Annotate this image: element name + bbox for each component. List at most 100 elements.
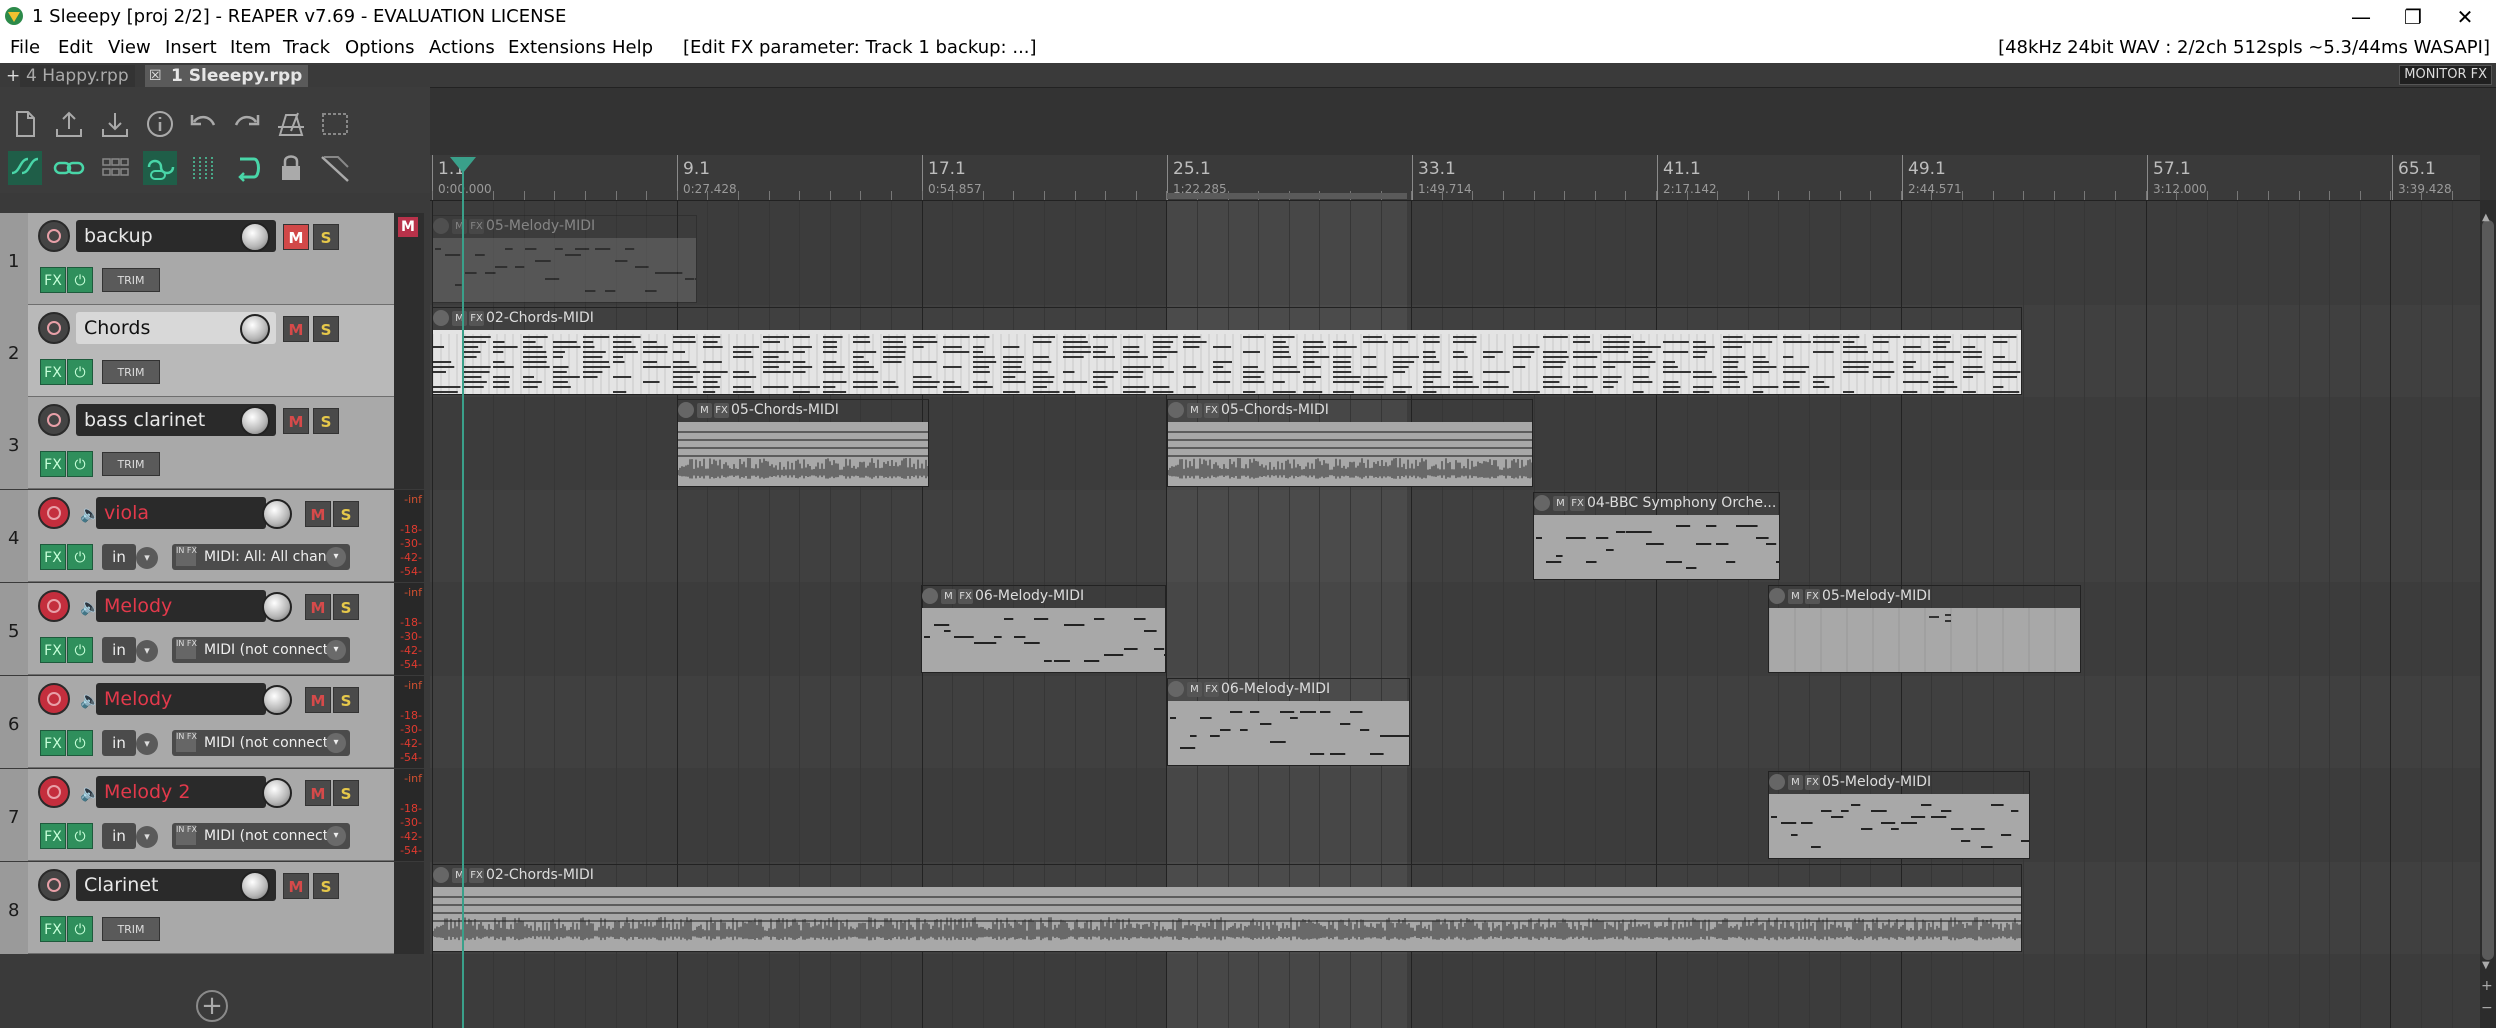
- menu-options[interactable]: Options: [345, 37, 414, 58]
- grid-icon[interactable]: [318, 107, 352, 141]
- envelope-icon[interactable]: [318, 151, 352, 185]
- minimize-button[interactable]: —: [2336, 2, 2386, 32]
- item-mute-icon[interactable]: M: [1187, 402, 1202, 418]
- track-number[interactable]: 1: [0, 213, 28, 305]
- media-item[interactable]: M FX 05-Melody-MIDI: [432, 215, 697, 303]
- track-name[interactable]: Melody: [96, 683, 266, 715]
- item-lock-icon[interactable]: [433, 218, 449, 234]
- audio-device-info[interactable]: [48kHz 24bit WAV : 2/2ch 512spls ~5.3/44…: [1998, 37, 2490, 58]
- item-mute-icon[interactable]: M: [452, 218, 467, 234]
- solo-button[interactable]: S: [333, 780, 359, 806]
- input-monitor-button[interactable]: in: [102, 730, 136, 756]
- save-project-icon[interactable]: [98, 107, 132, 141]
- record-arm-button[interactable]: [38, 404, 70, 436]
- item-mute-icon[interactable]: M: [1187, 681, 1202, 697]
- record-arm-button[interactable]: [38, 683, 70, 715]
- midi-input-select[interactable]: IN FX MIDI (not connect ▾: [172, 637, 350, 663]
- track-number[interactable]: 3: [0, 397, 28, 489]
- media-item[interactable]: M FX 05-Chords-MIDI: [677, 399, 929, 487]
- mute-button[interactable]: M: [283, 316, 309, 342]
- monitor-speaker-icon[interactable]: 🔈: [80, 690, 100, 710]
- snap-grid-icon[interactable]: [98, 151, 132, 185]
- input-fx-icon[interactable]: IN FX: [176, 639, 197, 659]
- ripple-edit-icon[interactable]: [8, 151, 42, 185]
- media-item[interactable]: M FX 04-BBC Symphony Orche...: [1533, 492, 1780, 580]
- vertical-scrollbar-thumb[interactable]: [2482, 220, 2494, 960]
- fx-button[interactable]: FX: [40, 823, 66, 849]
- volume-knob[interactable]: [262, 685, 292, 715]
- midi-input-dropdown-icon[interactable]: ▾: [326, 733, 346, 753]
- menu-track[interactable]: Track: [283, 37, 330, 58]
- track-name[interactable]: Melody 2: [96, 776, 266, 808]
- item-lock-icon[interactable]: [678, 402, 694, 418]
- item-lock-icon[interactable]: [1168, 681, 1184, 697]
- track-name[interactable]: viola: [96, 497, 266, 529]
- tab-close-icon[interactable]: ☒: [149, 65, 162, 87]
- item-mute-icon[interactable]: M: [941, 588, 956, 604]
- input-fx-icon[interactable]: IN FX: [176, 732, 197, 752]
- fx-button[interactable]: FX: [40, 267, 66, 293]
- menu-item[interactable]: Item: [230, 37, 271, 58]
- input-dropdown-icon[interactable]: ▾: [136, 547, 158, 569]
- new-project-icon[interactable]: [8, 107, 42, 141]
- fx-bypass-icon[interactable]: ⏻: [67, 359, 93, 385]
- menu-view[interactable]: View: [108, 37, 151, 58]
- trim-volume-button[interactable]: TRIM: [102, 452, 160, 476]
- volume-knob[interactable]: [240, 222, 270, 252]
- track-3[interactable]: 3 bass clarinet M S FX ⏻ TRIM: [0, 397, 394, 489]
- media-item[interactable]: M FX 02-Chords-MIDI: [432, 864, 2022, 952]
- link-icon[interactable]: [52, 151, 86, 185]
- item-fx-icon[interactable]: FX: [714, 402, 729, 418]
- item-lock-icon[interactable]: [1534, 495, 1550, 511]
- item-fx-icon[interactable]: FX: [469, 867, 484, 883]
- scroll-down-icon[interactable]: ▼: [2482, 960, 2490, 971]
- item-mute-icon[interactable]: M: [1553, 495, 1568, 511]
- loop-icon[interactable]: [230, 151, 264, 185]
- item-fx-icon[interactable]: FX: [1204, 402, 1219, 418]
- monitor-speaker-icon[interactable]: 🔈: [80, 597, 100, 617]
- track-number[interactable]: 7: [0, 769, 28, 861]
- input-dropdown-icon[interactable]: ▾: [136, 826, 158, 848]
- media-item[interactable]: M FX 05-Melody-MIDI: [1768, 585, 2081, 673]
- media-item[interactable]: M FX 05-Melody-MIDI: [1768, 771, 2030, 859]
- fx-button[interactable]: FX: [40, 544, 66, 570]
- fx-bypass-icon[interactable]: ⏻: [67, 916, 93, 942]
- mute-button[interactable]: M: [305, 780, 331, 806]
- info-icon[interactable]: [143, 107, 177, 141]
- media-item[interactable]: M FX 02-Chords-MIDI: [432, 307, 2022, 395]
- fx-button[interactable]: FX: [40, 916, 66, 942]
- trim-volume-button[interactable]: TRIM: [102, 917, 160, 941]
- track-6[interactable]: 6 🔈 Melody M S FX ⏻ in ▾ IN FX MIDI (not connect ▾: [0, 676, 394, 768]
- track-number[interactable]: 6: [0, 676, 28, 768]
- metronome-icon[interactable]: [274, 107, 308, 141]
- midi-input-dropdown-icon[interactable]: ▾: [326, 547, 346, 567]
- volume-knob[interactable]: [262, 592, 292, 622]
- item-mute-icon[interactable]: M: [452, 867, 467, 883]
- fx-button[interactable]: FX: [40, 359, 66, 385]
- menu-insert[interactable]: Insert: [165, 37, 217, 58]
- item-fx-icon[interactable]: FX: [958, 588, 973, 604]
- track-number[interactable]: 8: [0, 862, 28, 954]
- track-number[interactable]: 2: [0, 305, 28, 397]
- volume-knob[interactable]: [262, 499, 292, 529]
- add-track-button[interactable]: +: [196, 990, 228, 1022]
- fx-button[interactable]: FX: [40, 730, 66, 756]
- media-item[interactable]: M FX 05-Chords-MIDI: [1167, 399, 1533, 487]
- mute-button[interactable]: M: [305, 501, 331, 527]
- item-lock-icon[interactable]: [922, 588, 938, 604]
- input-dropdown-icon[interactable]: ▾: [136, 640, 158, 662]
- solo-button[interactable]: S: [333, 594, 359, 620]
- solo-button[interactable]: S: [313, 873, 339, 899]
- zoom-out-icon[interactable]: −: [2481, 1000, 2493, 1016]
- midi-input-select[interactable]: IN FX MIDI: All: All chan ▾: [172, 544, 350, 570]
- item-fx-icon[interactable]: FX: [1805, 774, 1820, 790]
- track-number[interactable]: 5: [0, 583, 28, 675]
- volume-knob[interactable]: [262, 778, 292, 808]
- trim-volume-button[interactable]: TRIM: [102, 360, 160, 384]
- input-dropdown-icon[interactable]: ▾: [136, 733, 158, 755]
- midi-input-dropdown-icon[interactable]: ▾: [326, 826, 346, 846]
- loop-link-icon[interactable]: [143, 151, 177, 185]
- track-number[interactable]: 4: [0, 490, 28, 582]
- fx-button[interactable]: FX: [40, 637, 66, 663]
- media-item[interactable]: M FX 06-Melody-MIDI: [1167, 678, 1410, 766]
